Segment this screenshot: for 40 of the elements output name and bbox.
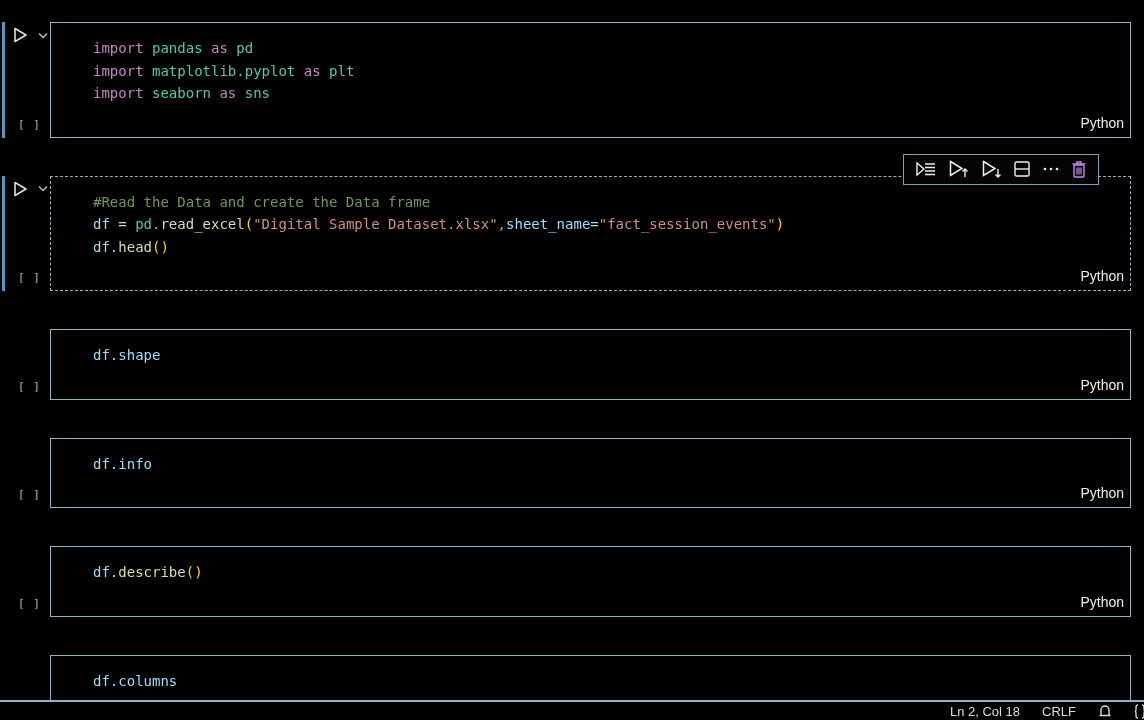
code-line: df.info [93,454,153,474]
execution-count: [ ] [17,379,42,395]
run-by-line-icon[interactable] [916,161,937,177]
code-line: df = pd.read_excel("Digital Sample Dataset.xlsx",sheet_name="fact_session_events") [93,215,786,235]
language-label[interactable]: Python [1080,593,1124,611]
code-line: df.columns [93,671,179,691]
bell-icon[interactable] [1098,703,1112,719]
execution-count: [ ] [17,117,42,133]
run-below-icon[interactable] [981,160,1002,178]
run-icon[interactable] [13,180,28,197]
code-cell[interactable]: #Read the Data and create the Data frame df = pd.read_excel("Digital Sample Dataset.xlsx",sheet_name="fact_session_events") df.head() Python [50,175,1131,291]
delete-icon[interactable] [1071,160,1086,178]
code-cell[interactable]: df.columns [50,654,1131,700]
split-cell-icon[interactable] [1014,161,1031,177]
code-cell[interactable]: df.info Python [50,437,1131,508]
run-icon[interactable] [13,27,28,43]
code-line: import pandas as pd [93,39,255,58]
language-label[interactable]: Python [1080,485,1124,502]
execution-count: [ ] [17,271,42,286]
code-cell[interactable]: df.describe() Python [50,546,1131,617]
code-line: import matplotlib.pyplot as plt [93,61,356,81]
run-above-icon[interactable] [949,160,969,178]
code-cell[interactable]: df.shape Python [50,329,1131,400]
cursor-position[interactable]: Ln 2, Col 18 [949,703,1021,719]
language-label[interactable]: Python [1080,114,1124,132]
execution-count: [ ] [17,488,42,503]
braces-icon[interactable] [1134,703,1144,719]
code-cell[interactable]: import pandas as pd import matplotlib.pyplot as plt import seaborn as sns Python [50,22,1131,138]
more-icon[interactable] [1042,167,1059,171]
code-line: df.describe() [93,563,204,582]
code-line: df.head() [93,237,170,257]
chevron-icon[interactable] [38,185,48,192]
code-line: import seaborn as sns [93,84,272,103]
chevron-icon[interactable] [38,31,48,39]
code-line: df.shape [93,346,162,365]
language-label[interactable]: Python [1080,376,1124,394]
line-ending[interactable]: CRLF [1042,703,1076,719]
language-label[interactable]: Python [1080,268,1124,285]
code-line: #Read the Data and create the Data frame [93,192,432,212]
execution-count: [ ] [17,596,42,612]
